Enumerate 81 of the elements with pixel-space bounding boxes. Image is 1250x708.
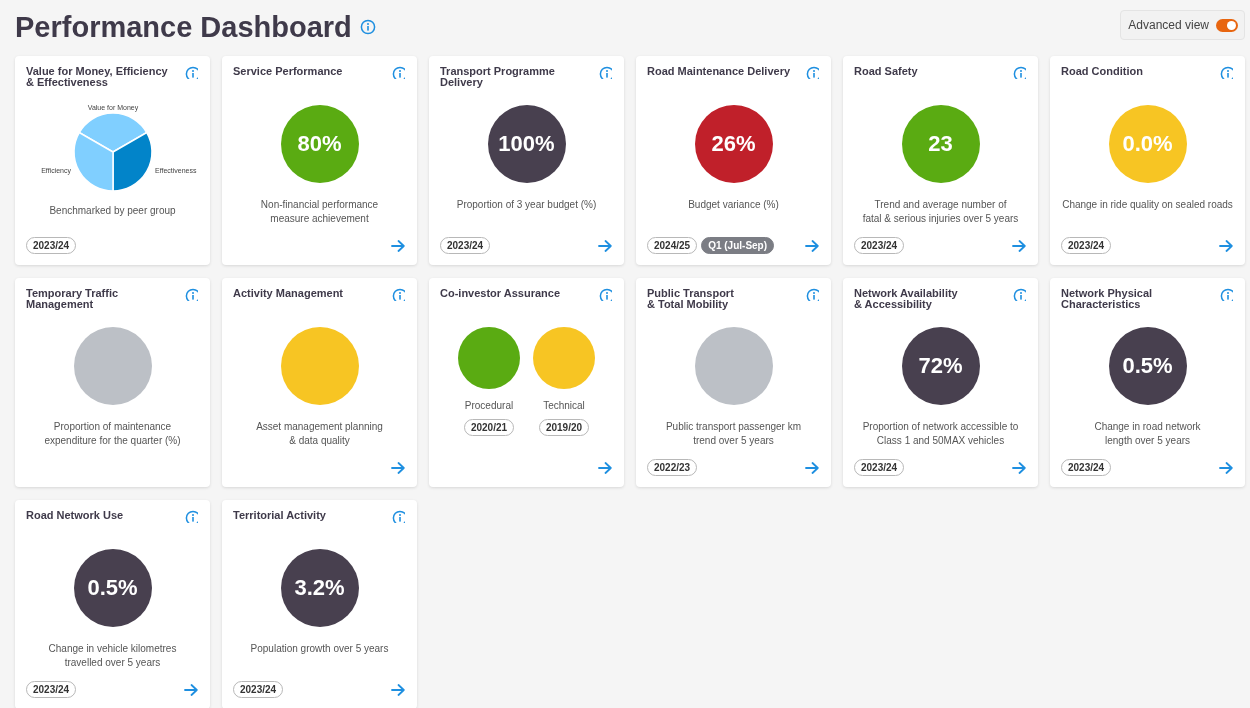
card-description: Population growth over 5 years	[250, 642, 389, 656]
metric-circle: 80%	[280, 105, 359, 183]
info-icon	[1013, 66, 1026, 79]
year-badge: 2023/24	[854, 237, 905, 254]
info-icon	[599, 66, 612, 79]
card-title: Road Safety	[854, 66, 918, 77]
card-title: Road Network Use	[26, 510, 124, 521]
info-icon	[359, 19, 376, 35]
card-title: Road Condition	[1061, 66, 1143, 77]
arrow-icon[interactable]	[391, 460, 405, 475]
card-description: Benchmarked by peer group	[49, 204, 176, 218]
metric-circle: 3.2%	[280, 549, 359, 627]
year-badge: 2020/21	[463, 419, 515, 436]
info-icon	[599, 288, 612, 301]
status-label: Procedural	[464, 400, 514, 412]
card-title: Value for Money, Efficiency & Effectiveness	[26, 66, 168, 88]
info-icon	[185, 288, 198, 301]
arrow-icon[interactable]	[805, 238, 819, 253]
card-description: Proportion of maintenance expenditure for the quarter (%)	[44, 420, 181, 448]
arrow-icon[interactable]	[805, 460, 819, 475]
info-icon	[185, 510, 198, 523]
card-description: Proportion of network accessible to Class 1 and 50MAX vehicles	[862, 420, 1019, 448]
page-title: Performance Dashboard	[15, 10, 352, 44]
info-icon	[806, 288, 819, 301]
year-badge: 2024/25	[647, 237, 698, 254]
quarter-badge: Q1 (Jul-Sep)	[701, 237, 775, 254]
metric-circle: 72%	[901, 327, 980, 405]
arrow-icon[interactable]	[598, 238, 612, 253]
card-title: Network Availability & Accessibility	[854, 288, 958, 310]
card-description: Asset management planning & data quality	[256, 420, 383, 448]
arrow-icon[interactable]	[391, 238, 405, 253]
info-icon	[1220, 66, 1233, 79]
toggle-label: Advanced view	[1128, 18, 1209, 32]
card-title: Road Maintenance Delivery	[647, 66, 791, 77]
card-description: Change in ride quality on sealed roads	[1062, 198, 1233, 212]
info-icon	[392, 510, 405, 523]
arrow-icon[interactable]	[1219, 460, 1233, 475]
toggle-switch[interactable]	[1216, 18, 1238, 32]
info-icon	[1013, 288, 1026, 301]
metric-circle: 26%	[694, 105, 773, 183]
card-title: Activity Management	[233, 288, 344, 299]
card-description: Change in road network length over 5 years	[1094, 420, 1201, 448]
card-description: Public transport passenger km trend over 5 years	[665, 420, 802, 448]
metric-circle: 0.5%	[73, 549, 152, 627]
card-description: Trend and average number of fatal & serious injuries over 5 years	[862, 198, 1019, 226]
year-badge: 2023/24	[854, 459, 905, 476]
year-badge: 2023/24	[1061, 459, 1112, 476]
info-icon	[1220, 288, 1233, 301]
arrow-icon[interactable]	[1012, 238, 1026, 253]
year-badge: 2019/20	[538, 419, 590, 436]
info-icon	[806, 66, 819, 79]
info-icon	[392, 288, 405, 301]
card-title: Temporary Traffic Management	[26, 288, 119, 310]
card-description: Change in vehicle kilometres travelled over 5 years	[48, 642, 177, 670]
status-label: Technical	[543, 400, 585, 412]
card-title: Co-investor Assurance	[440, 288, 561, 299]
metric-circle: 100%	[487, 105, 566, 183]
year-badge: 2022/23	[647, 459, 698, 476]
metric-circle: 0.5%	[1108, 327, 1187, 405]
card-title: Service Performance	[233, 66, 343, 77]
info-icon	[392, 66, 405, 79]
card-title: Public Transport & Total Mobility	[647, 288, 734, 310]
year-badge: 2023/24	[26, 237, 77, 254]
card-title: Network Physical Characteristics	[1061, 288, 1153, 310]
card-title: Transport Programme Delivery	[440, 66, 556, 88]
card-description: Budget variance (%)	[688, 198, 779, 212]
metric-circle: 0.0%	[1108, 105, 1187, 183]
card-description: Non-financial performance measure achievement	[260, 198, 379, 226]
metric-circle: 23	[901, 105, 980, 183]
arrow-icon[interactable]	[598, 460, 612, 475]
arrow-icon[interactable]	[184, 682, 198, 697]
year-badge: 2023/24	[440, 237, 491, 254]
arrow-icon[interactable]	[1012, 460, 1026, 475]
year-badge: 2023/24	[1061, 237, 1112, 254]
arrow-icon[interactable]	[1219, 238, 1233, 253]
year-badge: 2023/24	[26, 681, 77, 698]
year-badge: 2023/24	[233, 681, 284, 698]
card-description: Proportion of 3 year budget (%)	[456, 198, 597, 212]
arrow-icon[interactable]	[391, 682, 405, 697]
info-icon	[185, 66, 198, 79]
card-title: Territorial Activity	[233, 510, 326, 521]
